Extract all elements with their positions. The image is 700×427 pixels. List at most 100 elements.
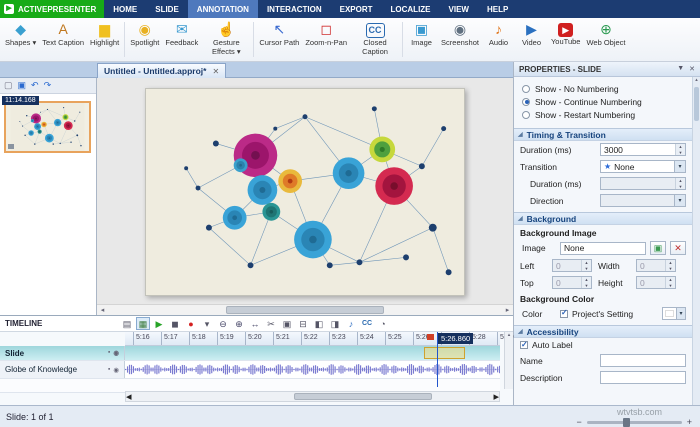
color-swatch[interactable]: ▾: [662, 307, 686, 320]
menu-item-interaction[interactable]: INTERACTION: [258, 0, 331, 18]
split-right-icon[interactable]: ◨: [328, 317, 342, 330]
lock-icon[interactable]: ▪: [108, 349, 110, 357]
zoom-in-icon[interactable]: +: [687, 417, 692, 427]
zoom-out-icon[interactable]: −: [576, 417, 581, 427]
ribbon-gesture-effects[interactable]: ☝ Gesture Effects ▾: [201, 19, 251, 60]
ribbon-cursor-path[interactable]: ↖ Cursor Path: [256, 19, 302, 60]
timeline-vertical-scrollbar[interactable]: ▴: [504, 332, 513, 389]
ribbon-highlight[interactable]: ▆ Highlight: [87, 19, 122, 60]
name-input[interactable]: [600, 354, 686, 367]
ribbon-spotlight[interactable]: ◉ Spotlight: [127, 19, 162, 60]
remove-image-icon[interactable]: ✕: [670, 241, 686, 255]
ribbon-web-object[interactable]: ⊕ Web Object: [583, 19, 628, 60]
timeline-scroll-track[interactable]: [132, 392, 494, 401]
section-background[interactable]: ◢ Background: [514, 212, 692, 225]
copy-range-icon[interactable]: ▣: [280, 317, 294, 330]
closed-caption-track-icon[interactable]: CC: [360, 317, 374, 330]
menu-item-localize[interactable]: LOCALIZE: [382, 0, 440, 18]
pin-icon[interactable]: ▼: [677, 65, 684, 73]
scroll-right-icon[interactable]: ▸: [493, 390, 499, 403]
lock-icon[interactable]: ▪: [108, 366, 110, 374]
menu-item-slide[interactable]: SLIDE: [146, 0, 188, 18]
numbering-option-2[interactable]: Show - Restart Numbering: [514, 108, 692, 121]
audio-tools-icon[interactable]: ♪: [344, 317, 358, 330]
scroll-left-icon[interactable]: ◂: [97, 306, 108, 314]
ribbon-shapes[interactable]: ◆ Shapes ▾: [2, 19, 39, 60]
canvas-horizontal-scrollbar[interactable]: ◂ ▸: [97, 304, 513, 315]
track-content-globe[interactable]: [125, 361, 500, 378]
slide-canvas-area[interactable]: ◂ ▸: [97, 78, 513, 315]
zoom-slider-thumb[interactable]: [622, 417, 630, 427]
close-icon[interactable]: ✕: [689, 65, 695, 73]
ribbon-zoom-n-pan[interactable]: ◻ Zoom-n-Pan: [302, 19, 350, 60]
ribbon-image[interactable]: ▣ Image: [405, 19, 438, 60]
dropdown-arrow-icon[interactable]: ▾: [674, 161, 685, 172]
new-slide-icon[interactable]: ▢: [4, 80, 13, 91]
scroll-up-icon[interactable]: ▴: [508, 332, 511, 338]
document-tab[interactable]: Untitled - Untitled.approj* ✕: [97, 63, 227, 78]
ribbon-video[interactable]: ▶ Video: [515, 19, 548, 60]
undo-icon[interactable]: ↶: [31, 80, 39, 91]
auto-label-checkbox[interactable]: [520, 340, 528, 349]
ribbon-screenshot[interactable]: ◉ Screenshot: [438, 19, 482, 60]
redo-icon[interactable]: ↷: [44, 80, 52, 91]
track-name-globe[interactable]: Globe of Knowledge ▪ ◉: [0, 361, 125, 378]
track-name-slide[interactable]: Slide ▪ ◉: [0, 346, 125, 360]
track-row-globe[interactable]: Globe of Knowledge ▪ ◉: [0, 361, 500, 379]
section-timing-transition[interactable]: ◢ Timing & Transition: [514, 128, 692, 141]
menu-item-export[interactable]: EXPORT: [331, 0, 382, 18]
selected-clip-segment[interactable]: [424, 347, 465, 359]
properties-scrollbar[interactable]: ▴: [692, 77, 700, 405]
zoom-in-icon[interactable]: ⊕: [232, 317, 246, 330]
menu-item-home[interactable]: HOME: [104, 0, 146, 18]
canvas-scroll-track[interactable]: [108, 305, 502, 315]
stop-icon[interactable]: ◼: [168, 317, 182, 330]
ribbon-feedback[interactable]: ✉ Feedback: [162, 19, 201, 60]
thumbnail-list[interactable]: 11:14.168: [0, 94, 96, 315]
tab-close-icon[interactable]: ✕: [212, 67, 219, 76]
section-accessibility[interactable]: ◢ Accessibility: [514, 325, 692, 338]
transition-dropdown[interactable]: ★ None ▾: [600, 160, 686, 173]
track-row-slide[interactable]: Slide ▪ ◉: [0, 346, 500, 361]
slide-thumbnail[interactable]: [4, 101, 91, 153]
description-input[interactable]: [600, 371, 686, 384]
delete-range-icon[interactable]: ⊟: [296, 317, 310, 330]
track-list-icon[interactable]: ▤: [120, 317, 134, 330]
fit-timeline-icon[interactable]: ↔: [248, 317, 262, 330]
add-image-icon[interactable]: ▣: [650, 241, 666, 255]
record-options-icon[interactable]: ▾: [200, 317, 214, 330]
save-icon[interactable]: ▣: [18, 80, 27, 91]
ribbon-audio[interactable]: ♪ Audio: [482, 19, 515, 60]
camera-icon[interactable]: ◉: [113, 349, 119, 357]
menu-item-annotation[interactable]: ANNOTATION: [187, 0, 258, 18]
split-left-icon[interactable]: ◧: [312, 317, 326, 330]
ribbon-youtube[interactable]: ▶ YouTube: [548, 19, 583, 60]
numbering-option-0[interactable]: Show - No Numbering: [514, 82, 692, 95]
track-content-slide[interactable]: [125, 346, 500, 360]
zoom-slider[interactable]: [586, 417, 682, 427]
ribbon-text-caption[interactable]: A Text Caption: [39, 19, 87, 60]
menu-item-view[interactable]: VIEW: [440, 0, 478, 18]
timeline-scroll-thumb[interactable]: [294, 393, 432, 400]
menu-item-help[interactable]: HELP: [478, 0, 517, 18]
app-logo[interactable]: ▶ ACTIVEPRESENTER: [0, 0, 105, 18]
ribbon-closed-caption[interactable]: CC Closed Caption: [350, 19, 400, 60]
playhead-marker-icon[interactable]: [427, 334, 434, 340]
timeline-horizontal-scrollbar[interactable]: ◂ ▸: [125, 390, 500, 403]
properties-scroll-thumb[interactable]: [694, 87, 699, 121]
layer-view-icon[interactable]: ▦: [136, 317, 150, 330]
camera-icon[interactable]: ◉: [113, 366, 119, 374]
slide[interactable]: [145, 88, 465, 296]
record-icon[interactable]: ●: [184, 317, 198, 330]
image-value-box[interactable]: None: [560, 241, 646, 255]
canvas-scroll-thumb[interactable]: [226, 306, 384, 314]
dropdown-arrow-icon[interactable]: ▾: [676, 308, 685, 319]
scroll-right-icon[interactable]: ▸: [502, 306, 513, 314]
scroll-up-icon[interactable]: ▴: [695, 77, 698, 83]
numbering-option-1[interactable]: Show - Continue Numbering: [514, 95, 692, 108]
spin-down-icon[interactable]: ▼: [676, 149, 685, 155]
duration-spinner[interactable]: 3000 ▲ ▼: [600, 143, 686, 156]
project-setting-checkbox[interactable]: [560, 308, 568, 318]
cut-range-icon[interactable]: ✂: [264, 317, 278, 330]
properties-panel-header[interactable]: PROPERTIES - SLIDE ▼ ✕: [514, 62, 700, 77]
